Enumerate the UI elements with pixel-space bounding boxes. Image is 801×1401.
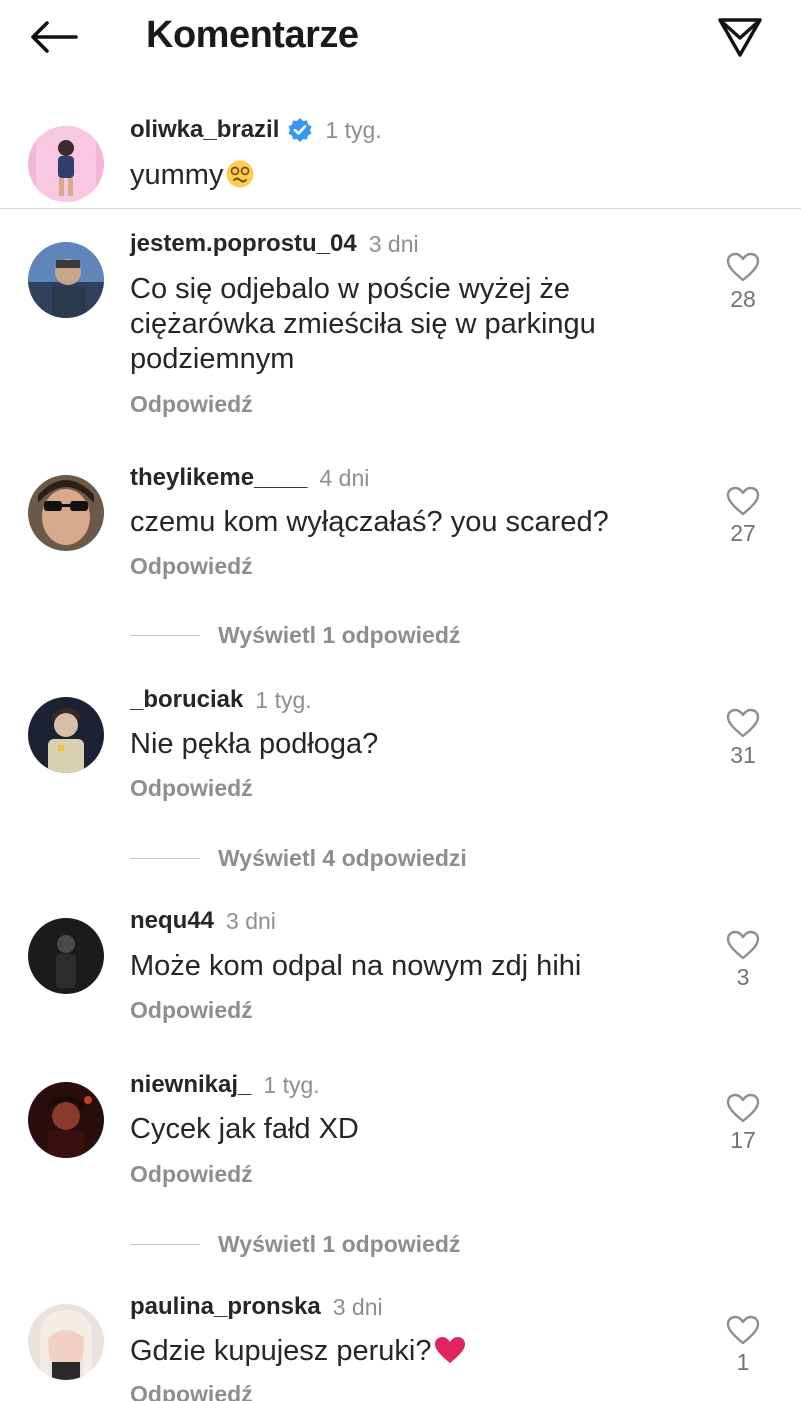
avatar[interactable] xyxy=(28,475,104,551)
reply-button[interactable]: Odpowiedź xyxy=(130,997,253,1024)
reply-button[interactable]: Odpowiedź xyxy=(130,391,253,418)
like-count: 28 xyxy=(730,286,756,312)
comment-text: Może kom odpal na nowym zdj hihi xyxy=(130,950,582,982)
avatar[interactable] xyxy=(28,1304,104,1380)
timestamp: 1 tyg. xyxy=(325,116,382,143)
like-group: 28 xyxy=(718,252,768,313)
username[interactable]: paulina_pronska xyxy=(130,1293,321,1321)
like-group: 27 xyxy=(718,486,768,547)
username[interactable]: oliwka_brazil xyxy=(130,116,279,144)
caption-meta: oliwka_brazil 1 tyg. xyxy=(130,116,382,144)
comment-meta: niewnikaj_ 1 tyg. xyxy=(130,1071,320,1099)
caption-divider xyxy=(0,208,801,209)
comment-meta: paulina_pronska 3 dni xyxy=(130,1293,383,1321)
view-replies-line xyxy=(130,634,200,637)
arrow-left-icon xyxy=(31,21,78,53)
share-button[interactable] xyxy=(712,12,768,62)
comment-text: Gdzie kupujesz peruki? xyxy=(130,1334,690,1374)
comment-meta: theylikeme____ 4 dni xyxy=(130,464,369,492)
comment-text-content: Gdzie kupujesz peruki? xyxy=(130,1335,432,1367)
like-count: 17 xyxy=(730,1127,756,1153)
paper-plane-icon xyxy=(718,18,762,57)
username[interactable]: _boruciak xyxy=(130,686,243,714)
comment-meta: jestem.poprostu_04 3 dni xyxy=(130,230,419,258)
username[interactable]: jestem.poprostu_04 xyxy=(130,230,357,258)
red-heart-emoji xyxy=(433,1335,467,1374)
view-replies-line xyxy=(130,857,200,860)
timestamp: 1 tyg. xyxy=(263,1071,320,1098)
reply-button[interactable]: Odpowiedź xyxy=(130,553,253,580)
timestamp: 3 dni xyxy=(332,1293,383,1320)
username[interactable]: nequ44 xyxy=(130,907,214,935)
heart-outline-icon[interactable] xyxy=(726,1315,760,1345)
post-caption: oliwka_brazil 1 tyg. yummy xyxy=(0,100,801,210)
avatar[interactable] xyxy=(28,918,104,994)
back-button[interactable] xyxy=(26,14,82,60)
comment-text: Cycek jak fałd XD xyxy=(130,1113,359,1145)
page-title: Komentarze xyxy=(146,14,359,56)
woozy-face-emoji xyxy=(225,159,255,198)
username[interactable]: theylikeme____ xyxy=(130,464,307,492)
username[interactable]: niewnikaj_ xyxy=(130,1071,251,1099)
timestamp: 3 dni xyxy=(368,230,419,257)
header-bar: Komentarze xyxy=(0,0,801,72)
caption-text: yummy xyxy=(130,158,690,198)
like-count: 1 xyxy=(736,1349,750,1375)
like-count: 27 xyxy=(730,520,756,546)
comment-meta: nequ44 3 dni xyxy=(130,907,276,935)
view-replies-button[interactable]: Wyświetl 1 odpowiedź xyxy=(130,1231,460,1258)
like-group: 1 xyxy=(718,1315,768,1376)
heart-outline-icon[interactable] xyxy=(726,252,760,282)
comment-text: Nie pękła podłoga? xyxy=(130,728,379,760)
comment-text: Co się odjebalo w poście wyżej że ciężar… xyxy=(130,273,596,375)
view-replies-button[interactable]: Wyświetl 1 odpowiedź xyxy=(130,622,460,649)
heart-outline-icon[interactable] xyxy=(726,1093,760,1123)
view-replies-label: Wyświetl 4 odpowiedzi xyxy=(218,845,467,871)
view-replies-button[interactable]: Wyświetl 4 odpowiedzi xyxy=(130,845,467,872)
view-replies-line xyxy=(130,1243,200,1246)
caption-text-content: yummy xyxy=(130,159,224,191)
verified-badge-icon xyxy=(287,117,313,143)
like-group: 31 xyxy=(718,708,768,769)
like-count: 3 xyxy=(736,964,750,990)
comment-meta: _boruciak 1 tyg. xyxy=(130,686,312,714)
like-count: 31 xyxy=(730,742,756,768)
view-replies-label: Wyświetl 1 odpowiedź xyxy=(218,1231,461,1257)
comment-text: czemu kom wyłączałaś? you scared? xyxy=(130,506,609,538)
avatar[interactable] xyxy=(28,242,104,318)
timestamp: 3 dni xyxy=(226,907,276,934)
timestamp: 4 dni xyxy=(319,464,370,491)
reply-button[interactable]: Odpowiedź xyxy=(130,775,253,802)
avatar[interactable] xyxy=(28,1082,104,1158)
avatar[interactable] xyxy=(28,126,104,202)
heart-outline-icon[interactable] xyxy=(726,930,760,960)
timestamp: 1 tyg. xyxy=(255,686,312,713)
like-group: 17 xyxy=(718,1093,768,1154)
heart-outline-icon[interactable] xyxy=(726,708,760,738)
reply-button[interactable]: Odpowiedź xyxy=(130,1161,253,1188)
avatar[interactable] xyxy=(28,697,104,773)
heart-outline-icon[interactable] xyxy=(726,486,760,516)
like-group: 3 xyxy=(718,930,768,991)
reply-button[interactable]: Odpowiedź xyxy=(130,1381,253,1401)
view-replies-label: Wyświetl 1 odpowiedź xyxy=(218,622,461,648)
